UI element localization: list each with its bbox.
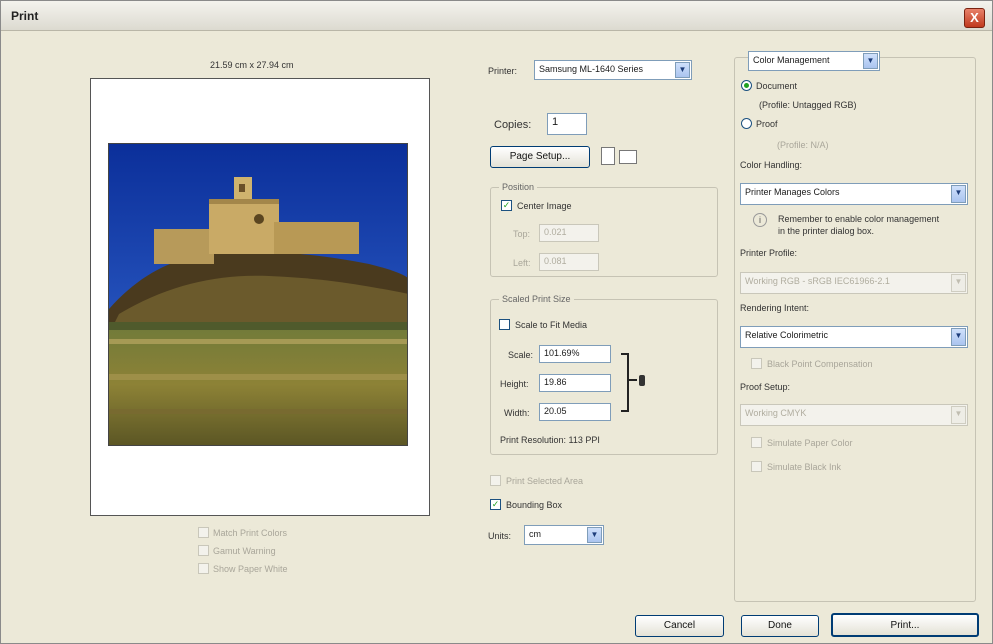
simulate-black-ink-label: Simulate Black Ink	[767, 462, 842, 472]
top-input[interactable]: 0.021	[539, 224, 599, 242]
printer-select[interactable]: Samsung ML-1640 Series ▼	[534, 60, 692, 80]
link-icon[interactable]	[639, 375, 645, 386]
units-value: cm	[529, 529, 541, 539]
copies-input[interactable]: 1	[547, 113, 587, 135]
width-label: Width:	[504, 408, 530, 418]
printer-profile-value: Working RGB - sRGB IEC61966-2.1	[745, 276, 890, 286]
color-handling-select[interactable]: Printer Manages Colors ▼	[740, 183, 968, 205]
proof-profile: (Profile: N/A)	[777, 140, 829, 150]
chevron-down-icon: ▼	[951, 328, 966, 346]
output-section-value: Color Management	[753, 55, 830, 65]
gamut-warning-checkbox[interactable]	[198, 545, 209, 556]
bounding-box-checkbox[interactable]: ✓	[490, 499, 501, 510]
black-point-compensation-checkbox[interactable]	[751, 358, 762, 369]
height-input[interactable]: 19.86	[539, 374, 611, 392]
proof-setup-select[interactable]: Working CMYK ▼	[740, 404, 968, 426]
proof-setup-value: Working CMYK	[745, 408, 807, 418]
bounding-box-label: Bounding Box	[506, 500, 563, 510]
color-handling-value: Printer Manages Colors	[745, 187, 840, 197]
scale-to-fit-checkbox[interactable]	[499, 319, 510, 330]
printer-label: Printer:	[488, 66, 518, 76]
width-input[interactable]: 20.05	[539, 403, 611, 421]
simulate-paper-color-checkbox[interactable]	[751, 437, 762, 448]
constrain-bracket-tick	[629, 379, 637, 381]
scale-input[interactable]: 101.69%	[539, 345, 611, 363]
show-paper-white-checkbox[interactable]	[198, 563, 209, 574]
info-icon: i	[753, 213, 767, 227]
position-group-title: Position	[499, 182, 538, 192]
units-label: Units:	[488, 531, 512, 541]
print-dialog: Print X 21.59 cm x 27.94 cm Match Print …	[0, 0, 993, 644]
printer-profile-label: Printer Profile:	[740, 248, 798, 258]
center-image-checkbox[interactable]: ✓	[501, 200, 512, 211]
done-button[interactable]: Done	[741, 615, 819, 637]
color-handling-label: Color Handling:	[740, 160, 803, 170]
printer-value: Samsung ML-1640 Series	[539, 64, 644, 74]
chevron-down-icon: ▼	[951, 185, 966, 203]
page-setup-button[interactable]: Page Setup...	[490, 146, 590, 168]
document-radio[interactable]	[741, 80, 752, 91]
simulate-black-ink-checkbox[interactable]	[751, 461, 762, 472]
left-label: Left:	[513, 258, 531, 268]
chevron-down-icon: ▼	[675, 62, 690, 78]
proof-label: Proof	[756, 119, 778, 129]
left-input[interactable]: 0.081	[539, 253, 599, 271]
chevron-down-icon: ▼	[951, 406, 966, 424]
center-image-label: Center Image	[517, 201, 572, 211]
match-print-colors-label: Match Print Colors	[213, 528, 288, 538]
document-label: Document	[756, 81, 798, 91]
print-button[interactable]: Print...	[831, 613, 979, 637]
chevron-down-icon: ▼	[951, 274, 966, 292]
constrain-bracket	[621, 353, 629, 412]
black-point-compensation-label: Black Point Compensation	[767, 359, 873, 369]
chevron-down-icon: ▼	[587, 527, 602, 543]
preview-image[interactable]	[108, 143, 408, 446]
cancel-button[interactable]: Cancel	[635, 615, 724, 637]
match-print-colors-checkbox[interactable]	[198, 527, 209, 538]
paper-size-label: 21.59 cm x 27.94 cm	[210, 60, 294, 70]
castle-photo	[109, 144, 407, 445]
proof-setup-label: Proof Setup:	[740, 382, 791, 392]
title-bar: Print X	[1, 1, 992, 31]
print-resolution: Print Resolution: 113 PPI	[500, 435, 600, 445]
proof-radio[interactable]	[741, 118, 752, 129]
rendering-intent-label: Rendering Intent:	[740, 303, 810, 313]
scale-to-fit-label: Scale to Fit Media	[515, 320, 588, 330]
window-title: Print	[11, 9, 39, 23]
portrait-orientation-icon[interactable]	[601, 147, 615, 165]
chevron-down-icon: ▼	[863, 53, 878, 69]
close-button[interactable]: X	[964, 8, 985, 28]
print-selected-area-checkbox[interactable]	[490, 475, 501, 486]
height-label: Height:	[500, 379, 529, 389]
top-label: Top:	[513, 229, 531, 239]
gamut-warning-label: Gamut Warning	[213, 546, 276, 556]
printer-profile-select[interactable]: Working RGB - sRGB IEC61966-2.1 ▼	[740, 272, 968, 294]
landscape-orientation-icon[interactable]	[619, 150, 637, 164]
rendering-intent-value: Relative Colorimetric	[745, 330, 829, 340]
info-text-line-1: Remember to enable color management	[778, 214, 940, 224]
info-text-line-2: in the printer dialog box.	[778, 226, 875, 236]
rendering-intent-select[interactable]: Relative Colorimetric ▼	[740, 326, 968, 348]
close-icon: X	[970, 10, 979, 25]
scaled-print-size-title: Scaled Print Size	[499, 294, 574, 304]
document-profile: (Profile: Untagged RGB)	[759, 100, 857, 110]
show-paper-white-label: Show Paper White	[213, 564, 288, 574]
copies-label: Copies:	[494, 119, 532, 131]
print-selected-area-label: Print Selected Area	[506, 476, 584, 486]
scale-label: Scale:	[508, 350, 534, 360]
simulate-paper-color-label: Simulate Paper Color	[767, 438, 853, 448]
output-section-select[interactable]: Color Management ▼	[748, 51, 880, 71]
units-select[interactable]: cm ▼	[524, 525, 604, 545]
